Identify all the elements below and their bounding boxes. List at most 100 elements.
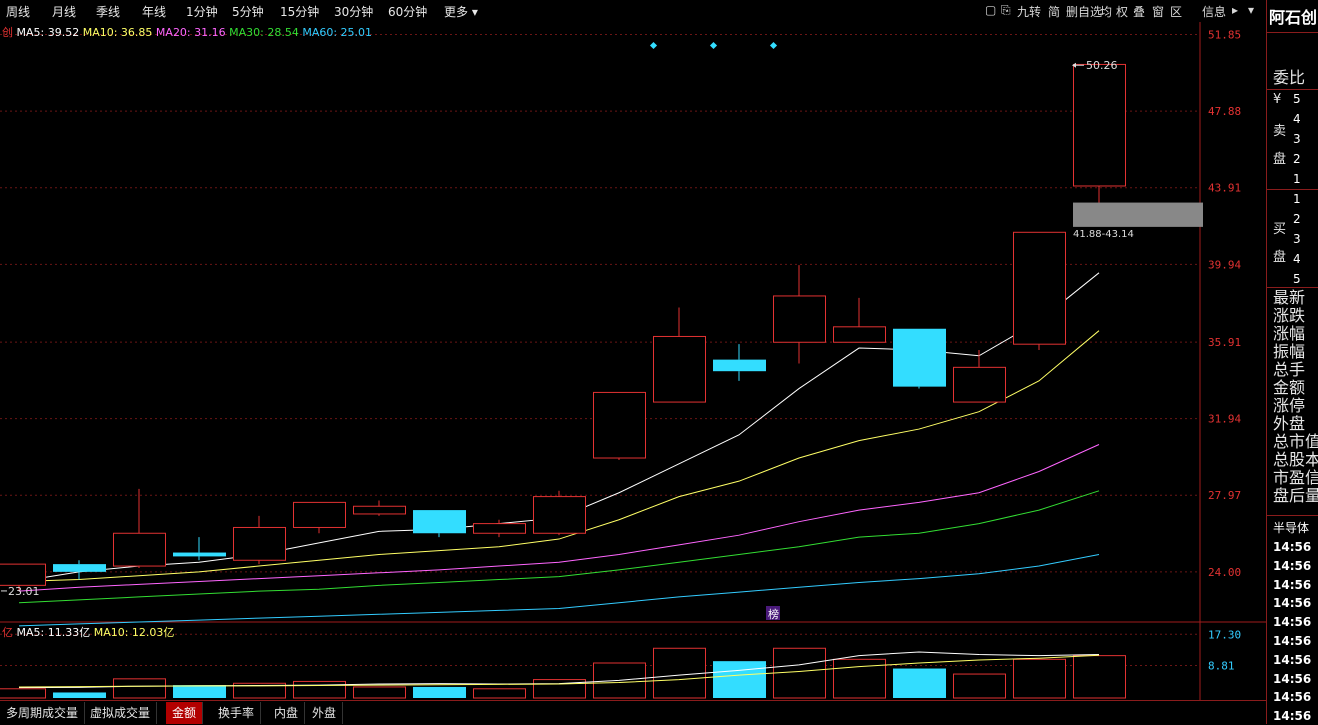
tick-time: 14:56 [1273, 709, 1312, 724]
indicator-tab-3[interactable]: 换手率 [212, 702, 262, 724]
tool-3[interactable]: 均 [1100, 3, 1112, 20]
price-tick-label: 27.97 [1208, 489, 1241, 502]
sector-label: 半导体 [1273, 521, 1310, 535]
copy-icon[interactable]: ⎘ [1001, 3, 1011, 18]
tick-time: 14:56 [1273, 634, 1312, 648]
buy-level[interactable]: 1 [1293, 192, 1301, 206]
volume-bar-down [893, 668, 946, 698]
divider [1267, 189, 1318, 190]
tool-6[interactable]: 窗 [1152, 3, 1164, 20]
quote-side-panel: 阿石创 委比 ¥ 卖盘 5 4 3 2 1 买盘12345 最新 涨跌 涨幅 振幅 总手 金额 涨停 外盘… [1266, 0, 1318, 724]
quote-field-label: 盘后量 [1273, 487, 1318, 505]
tick-time: 14:56 [1273, 615, 1312, 630]
price-band [1073, 202, 1203, 227]
quote-field-label: 总手 [1273, 361, 1306, 379]
quote-field-label: 金额 [1273, 379, 1306, 397]
price-band-label: 41.88-43.14 [1073, 229, 1134, 240]
tick-time: 14:56 [1273, 596, 1312, 611]
divider [1267, 515, 1318, 516]
tick-time: 14:56 [1273, 671, 1312, 686]
weibi-label: 委比 [1273, 68, 1306, 87]
volume-tick-label: 17.30 [1208, 628, 1241, 641]
quote-field-label: 振幅 [1273, 343, 1306, 361]
candle-body-down [713, 359, 766, 372]
quote-field-label: 涨跌 [1273, 307, 1306, 325]
legend-prefix: 亿 [2, 626, 17, 639]
period-tab-6[interactable]: 15分钟 [280, 3, 319, 20]
tool-1[interactable]: 简 [1048, 3, 1060, 20]
tool-5[interactable]: 叠 [1133, 3, 1145, 20]
kline-chart[interactable]: 51.85 47.88 43.91 39.94 35.91 31.94 27.97 24.00… [0, 22, 1266, 702]
more-arrow-icon[interactable]: ▾ [1248, 3, 1254, 17]
sell-level[interactable]: 5 [1293, 92, 1301, 106]
indicator-tab-2[interactable]: 金额 [166, 702, 204, 724]
indicator-tabs: 多周期成交量 虚拟成交量 金额 换手率 内盘 外盘 [0, 700, 1266, 725]
price-tick-label: 43.91 [1208, 182, 1241, 195]
bang-badge-label: 榜 [768, 607, 779, 621]
sell-level[interactable]: 4 [1293, 112, 1301, 126]
volume-bar-up [1013, 658, 1066, 699]
period-tab-4[interactable]: 1分钟 [186, 3, 218, 20]
candle-body-down [413, 510, 466, 534]
volume-bar-up [953, 673, 1006, 699]
period-tab-0[interactable]: 周线 [6, 3, 30, 20]
volume-bar-down [53, 692, 106, 698]
window-icon[interactable]: ▢ [985, 3, 996, 17]
indicator-tab-5[interactable]: 外盘 [306, 702, 344, 724]
legend-item: MA5: 11.33亿 [17, 626, 94, 639]
sell-level[interactable]: 2 [1293, 152, 1301, 166]
candle-body-up [533, 496, 586, 534]
legend-item: MA20: 31.16 [156, 26, 229, 39]
legend-item: MA10: 12.03亿 [94, 626, 175, 639]
quote-field-label: 市盈信 [1273, 469, 1318, 487]
legend-item: MA10: 36.85 [83, 26, 156, 39]
candle-body-up [113, 532, 166, 567]
period-tab-1[interactable]: 月线 [52, 3, 76, 20]
quote-field-label: 涨幅 [1273, 325, 1306, 343]
candle-body-up [593, 391, 646, 459]
volume-bar-up [293, 680, 346, 699]
sell-level[interactable]: 1 [1293, 172, 1301, 186]
buy-level[interactable]: 4 [1293, 252, 1301, 266]
period-tab-3[interactable]: 年线 [142, 3, 166, 20]
volume-bar-up [113, 678, 166, 699]
buy-label-char: 盘 [1273, 250, 1287, 265]
period-tab-8[interactable]: 60分钟 [388, 3, 427, 20]
indicator-tab-1[interactable]: 虚拟成交量 [84, 702, 158, 724]
tool-4[interactable]: 权 [1116, 3, 1128, 20]
tool-8[interactable]: 信息 [1202, 3, 1226, 20]
tool-7[interactable]: 区 [1170, 3, 1182, 20]
price-tick-label: 39.94 [1208, 258, 1241, 271]
volume-tick-label: 8.81 [1208, 660, 1235, 673]
expand-arrow-icon[interactable]: ▸ [1232, 3, 1238, 17]
sell-level[interactable]: 3 [1293, 132, 1301, 146]
divider [1267, 287, 1318, 288]
price-tick-label: 24.00 [1208, 566, 1241, 579]
candle-body-up [833, 326, 886, 343]
candle-body-up [1073, 63, 1126, 187]
candle-body-down [173, 552, 226, 557]
buy-level[interactable]: 3 [1293, 232, 1301, 246]
price-tick-label: 47.88 [1208, 105, 1241, 118]
candle-body-up [0, 563, 46, 586]
buy-level[interactable]: 2 [1293, 212, 1301, 226]
tool-0[interactable]: 九转 [1017, 3, 1041, 20]
period-tab-7[interactable]: 30分钟 [334, 3, 373, 20]
tool-2[interactable]: 删自选 [1066, 3, 1102, 20]
candle-body-up [953, 366, 1006, 403]
legend-item: MA30: 28.54 [229, 26, 302, 39]
sell-label-char: 卖 [1273, 124, 1287, 139]
indicator-tab-0[interactable]: 多周期成交量 [0, 702, 86, 724]
period-tab-9[interactable]: 更多 ▾ [444, 3, 478, 20]
indicator-tab-4[interactable]: 内盘 [268, 702, 306, 724]
price-tick-label: 35.91 [1208, 336, 1241, 349]
period-tab-2[interactable]: 季线 [96, 3, 120, 20]
legend-item: MA60: 25.01 [302, 26, 372, 39]
price-tick-label: 51.85 [1208, 29, 1241, 42]
buy-label-char: 买 [1273, 222, 1287, 237]
buy-level[interactable]: 5 [1293, 272, 1301, 286]
candle-body-up [353, 505, 406, 515]
candle-body-down [893, 328, 946, 387]
quote-field-label: 涨停 [1273, 397, 1306, 415]
period-tab-5[interactable]: 5分钟 [232, 3, 264, 20]
